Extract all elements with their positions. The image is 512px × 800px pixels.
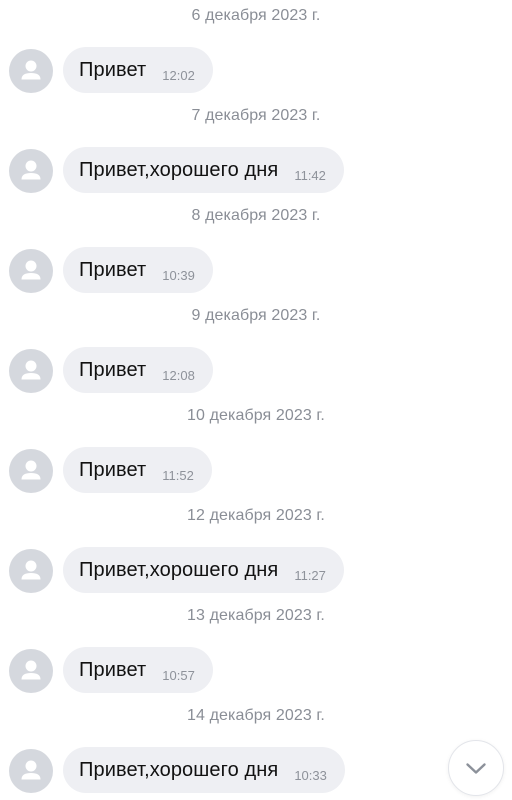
user-placeholder-icon <box>21 160 41 180</box>
message-text: Привет,хорошего дня <box>79 158 279 181</box>
message-bubble[interactable]: Привет 11:52 <box>63 447 212 493</box>
message-time: 12:08 <box>162 367 195 383</box>
date-separator: 7 декабря 2023 г. <box>191 107 321 124</box>
avatar[interactable] <box>9 449 53 493</box>
message-text: Привет <box>79 58 147 81</box>
message-text: Привет <box>79 458 147 481</box>
message-group: 10 декабря 2023 г. Привет 11:52 <box>0 400 512 500</box>
date-separator: 13 декабря 2023 г. <box>187 607 325 624</box>
message-feed[interactable]: 6 декабря 2023 г. Привет 12:02 7 декабря… <box>0 0 512 800</box>
message-group: 7 декабря 2023 г. Привет,хорошего дня 11… <box>0 100 512 200</box>
message-time: 10:39 <box>162 267 195 283</box>
date-separator: 10 декабря 2023 г. <box>187 407 325 424</box>
message-time: 11:27 <box>294 567 326 583</box>
message-bubble[interactable]: Привет 12:02 <box>63 47 213 93</box>
message-time: 10:57 <box>162 667 195 683</box>
user-placeholder-icon <box>21 360 41 380</box>
avatar[interactable] <box>9 349 53 393</box>
message-time: 12:02 <box>162 67 195 83</box>
message-time: 11:42 <box>294 167 326 183</box>
avatar[interactable] <box>9 49 53 93</box>
message-bubble[interactable]: Привет,хорошего дня 10:33 <box>63 747 345 793</box>
avatar[interactable] <box>9 549 53 593</box>
message-bubble[interactable]: Привет,хорошего дня 11:27 <box>63 547 344 593</box>
message-text: Привет <box>79 358 147 381</box>
message-bubble[interactable]: Привет,хорошего дня 11:42 <box>63 147 344 193</box>
message-bubble[interactable]: Привет 12:08 <box>63 347 213 393</box>
date-separator: 8 декабря 2023 г. <box>191 207 321 224</box>
message-text: Привет,хорошего дня <box>79 558 279 581</box>
avatar[interactable] <box>9 149 53 193</box>
date-separator: 6 декабря 2023 г. <box>191 7 321 24</box>
date-separator: 9 декабря 2023 г. <box>191 307 321 324</box>
user-placeholder-icon <box>21 660 41 680</box>
avatar[interactable] <box>9 249 53 293</box>
message-time: 11:52 <box>162 467 194 483</box>
message-text: Привет,хорошего дня <box>79 758 279 781</box>
user-placeholder-icon <box>21 760 41 780</box>
message-text: Привет <box>79 658 147 681</box>
user-placeholder-icon <box>21 60 41 80</box>
user-placeholder-icon <box>21 260 41 280</box>
message-time: 10:33 <box>294 767 327 783</box>
message-bubble[interactable]: Привет 10:39 <box>63 247 213 293</box>
user-placeholder-icon <box>21 460 41 480</box>
message-group: 13 декабря 2023 г. Привет 10:57 <box>0 600 512 700</box>
avatar[interactable] <box>9 649 53 693</box>
date-separator: 12 декабря 2023 г. <box>187 507 325 524</box>
message-group: 6 декабря 2023 г. Привет 12:02 <box>0 0 512 100</box>
message-bubble[interactable]: Привет 10:57 <box>63 647 213 693</box>
date-separator: 14 декабря 2023 г. <box>187 707 325 724</box>
avatar[interactable] <box>9 749 53 793</box>
scroll-to-bottom-button[interactable] <box>448 740 504 796</box>
message-group: 8 декабря 2023 г. Привет 10:39 <box>0 200 512 300</box>
message-group: 14 декабря 2023 г. Привет,хорошего дня 1… <box>0 700 512 800</box>
chevron-down-icon <box>466 763 486 774</box>
message-group: 12 декабря 2023 г. Привет,хорошего дня 1… <box>0 500 512 600</box>
message-text: Привет <box>79 258 147 281</box>
user-placeholder-icon <box>21 560 41 580</box>
message-group: 9 декабря 2023 г. Привет 12:08 <box>0 300 512 400</box>
